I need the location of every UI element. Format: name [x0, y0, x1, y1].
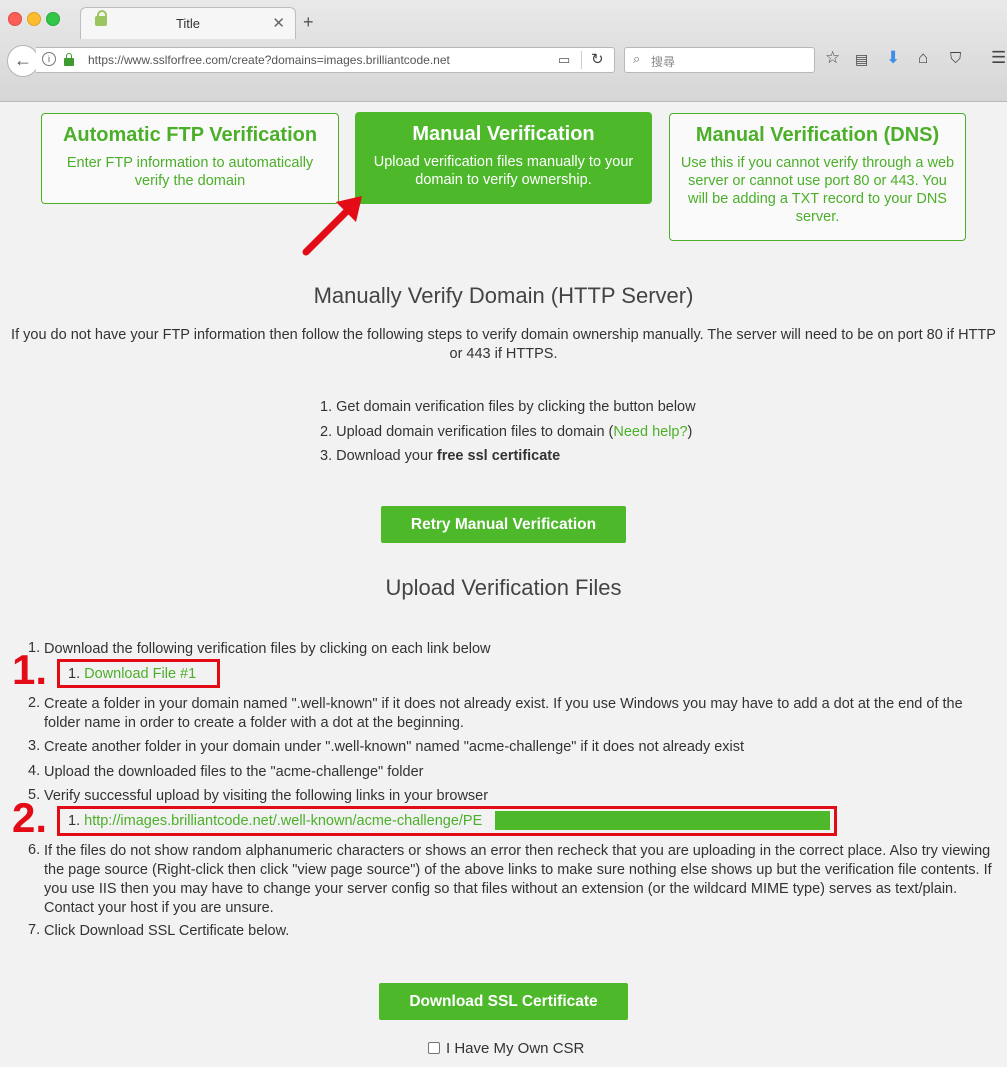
upload-item-7: Click Download SSL Certificate below.	[44, 923, 290, 939]
card-manual-dns[interactable]: Manual Verification (DNS) Use this if yo…	[669, 113, 966, 241]
download-ssl-certificate-button[interactable]: Download SSL Certificate	[379, 983, 628, 1020]
search-icon: ⌕	[633, 51, 641, 66]
info-icon[interactable]: i	[42, 52, 56, 66]
step-3-text: 3. Download your	[320, 448, 437, 464]
upload-item-5: Verify successful upload by visiting the…	[44, 788, 489, 804]
list-number: 2.	[28, 695, 41, 711]
menu-icon[interactable]: ☰	[991, 48, 1006, 68]
secure-lock-icon	[64, 53, 74, 66]
own-csr-label[interactable]: I Have My Own CSR	[446, 1040, 584, 1057]
new-tab-button[interactable]: +	[303, 12, 314, 33]
url-separator	[581, 51, 582, 69]
upload-item-3: Create another folder in your domain und…	[44, 739, 745, 755]
red-arrow-annotation	[302, 196, 362, 256]
reader-view-icon[interactable]: ▭	[558, 52, 570, 68]
list-number: 7.	[28, 922, 41, 938]
browser-chrome: Title ✕ + ← i https://www.sslforfree.com…	[0, 0, 1007, 102]
zoom-window-button[interactable]	[46, 12, 60, 26]
annotation-mark-1: 1.	[12, 646, 48, 693]
bookmarks-list-icon[interactable]: ▤	[855, 51, 868, 68]
tab-close-icon[interactable]: ✕	[272, 14, 285, 32]
step-2-close: )	[687, 423, 693, 440]
manual-verify-intro: If you do not have your FTP information …	[11, 327, 996, 362]
manual-step-3: 3. Download your free ssl certificate	[320, 448, 696, 473]
search-input[interactable]: ⌕ 搜尋	[624, 47, 815, 73]
downloads-icon[interactable]: ⬇	[886, 48, 900, 68]
card-description: Enter FTP information to automatically v…	[66, 155, 314, 189]
need-help-link[interactable]: Need help?	[613, 424, 687, 440]
reload-icon[interactable]: ↻	[591, 50, 604, 68]
close-window-button[interactable]	[8, 12, 22, 26]
own-csr-checkbox[interactable]	[428, 1042, 440, 1054]
manual-step-2: 2. Upload domain verification files to d…	[320, 424, 696, 449]
download-file-item: 1. Download File #1	[68, 666, 197, 682]
list-number: 6.	[28, 842, 41, 858]
upload-files-heading: Upload Verification Files	[385, 575, 622, 600]
step-2-text: 2. Upload domain verification files to d…	[320, 423, 614, 440]
upload-item-6: If the files do not show random alphanum…	[44, 843, 992, 916]
bookmark-star-icon[interactable]: ☆	[825, 48, 840, 68]
annotation-mark-2: 2.	[12, 794, 48, 841]
tab-title: Title	[175, 16, 201, 31]
card-manual-verification[interactable]: Manual Verification Upload verification …	[355, 112, 652, 204]
manual-verify-heading: Manually Verify Domain (HTTP Server)	[313, 283, 694, 308]
card-description: Use this if you cannot verify through a …	[680, 155, 955, 225]
upload-item-1: Download the following verification file…	[44, 641, 491, 657]
search-placeholder: 搜尋	[651, 55, 676, 69]
url-bar[interactable]: i https://www.sslforfree.com/create?doma…	[36, 47, 615, 73]
home-icon[interactable]: ⌂	[918, 48, 928, 68]
verify-link-item: 1. http://images.brilliantcode.net/.well…	[68, 813, 483, 829]
manual-step-1: 1. Get domain verification files by clic…	[320, 399, 696, 415]
url-text[interactable]: https://www.sslforfree.com/create?domain…	[88, 53, 450, 67]
manual-steps-list: 1. Get domain verification files by clic…	[320, 399, 696, 473]
back-button[interactable]: ←	[7, 45, 39, 77]
pocket-icon[interactable]: ⛉	[950, 50, 961, 67]
download-file-link[interactable]: Download File #1	[84, 666, 196, 682]
card-title: Manual Verification (DNS)	[695, 124, 940, 146]
card-title: Manual Verification	[412, 123, 595, 145]
verify-link[interactable]: http://images.brilliantcode.net/.well-kn…	[84, 813, 482, 829]
retry-manual-verification-button[interactable]: Retry Manual Verification	[381, 506, 626, 543]
upload-item-4: Upload the downloaded files to the "acme…	[44, 764, 424, 780]
upload-item-2: Create a folder in your domain named ".w…	[44, 696, 963, 731]
minimize-window-button[interactable]	[27, 12, 41, 26]
list-number: 4.	[28, 763, 41, 779]
card-automatic-ftp[interactable]: Automatic FTP Verification Enter FTP inf…	[41, 113, 339, 204]
step-3-bold: free ssl certificate	[436, 448, 561, 464]
browser-tab[interactable]: Title ✕	[80, 7, 296, 39]
redacted-token-bar	[495, 811, 830, 830]
list-number: 3.	[28, 738, 41, 754]
card-title: Automatic FTP Verification	[62, 124, 318, 146]
card-description: Upload verification files manually to yo…	[373, 154, 634, 188]
own-csr-option[interactable]: I Have My Own CSR	[428, 1040, 584, 1057]
